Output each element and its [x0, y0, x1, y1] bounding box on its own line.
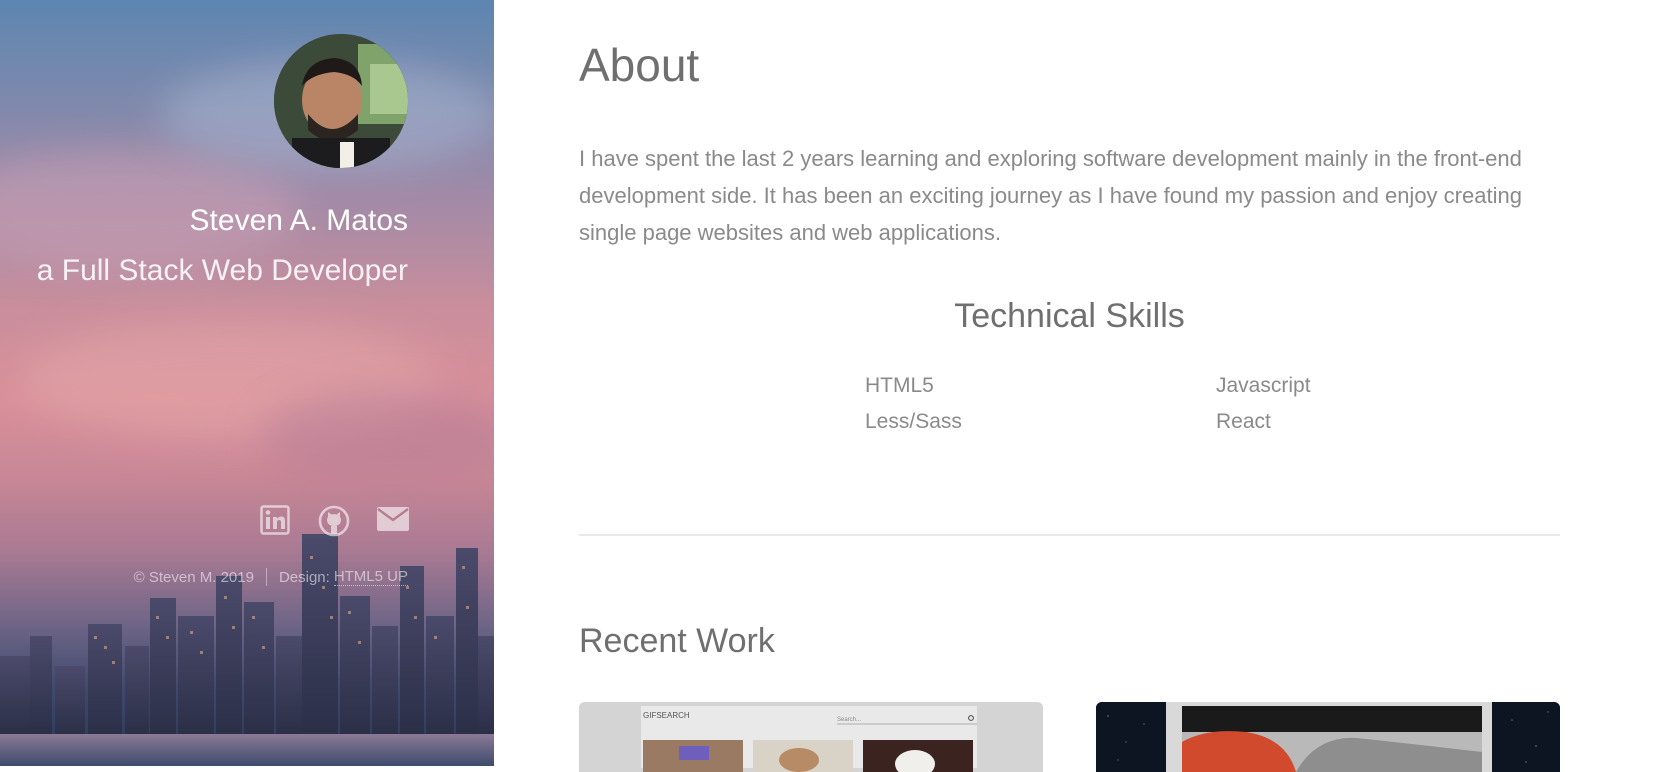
project-header-text: GIFSEARCH: [643, 711, 690, 720]
project-search-placeholder: Search...: [837, 717, 861, 723]
footer: © Steven M. 2019 Design: HTML5 UP: [134, 568, 408, 586]
skills-list: HTML5 Javascript Less/Sass React: [865, 374, 1416, 434]
social-links: [260, 505, 409, 537]
linkedin-icon[interactable]: [260, 505, 292, 537]
skill-item: React: [1216, 410, 1271, 433]
project-thumbnail-gifsearch[interactable]: GIFSEARCH Search...: [579, 702, 1043, 772]
recent-work-heading: Recent Work: [579, 622, 775, 660]
profile-name: Steven A. Matos: [189, 204, 408, 237]
about-heading: About: [579, 39, 700, 91]
skill-item: Less/Sass: [865, 410, 962, 433]
about-paragraph: I have spent the last 2 years learning a…: [579, 146, 1522, 245]
main-content: About I have spent the last 2 years lear…: [579, 0, 1560, 772]
section-divider: [579, 534, 1560, 536]
project-screenshot: GIFSEARCH Search...: [579, 702, 1043, 772]
project-screenshot: [1096, 702, 1560, 772]
github-icon[interactable]: [318, 505, 350, 537]
skill-item: HTML5: [865, 374, 934, 397]
city-skyline-image: [0, 534, 494, 766]
design-credit-link[interactable]: HTML5 UP: [333, 568, 408, 586]
profile-tagline: a Full Stack Web Developer: [36, 254, 408, 287]
design-label: Design:: [278, 568, 330, 586]
envelope-icon[interactable]: [376, 505, 409, 537]
avatar: [274, 34, 408, 168]
skills-heading: Technical Skills: [954, 297, 1185, 335]
cloud-decoration: [260, 390, 494, 480]
profile-photo: [274, 34, 408, 168]
copyright-text: © Steven M. 2019: [133, 568, 254, 586]
sidebar: Steven A. Matos a Full Stack Web Develop…: [0, 0, 494, 766]
skill-item: Javascript: [1216, 374, 1311, 397]
footer-divider: [265, 568, 267, 586]
project-thumbnail-2[interactable]: [1096, 702, 1560, 772]
